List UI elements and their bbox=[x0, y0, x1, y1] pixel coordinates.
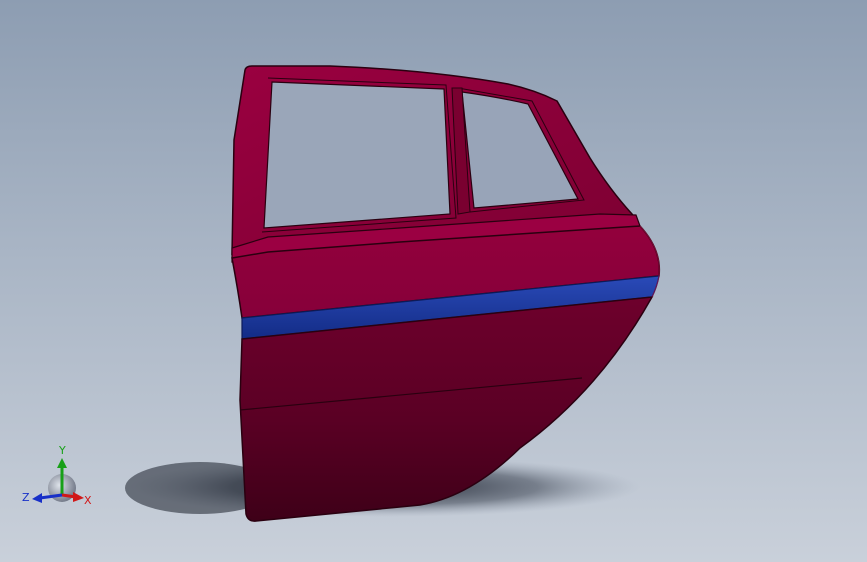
front-window-opening bbox=[263, 81, 451, 229]
view-triad[interactable]: Y X Z bbox=[18, 440, 98, 520]
z-axis-label: Z bbox=[22, 491, 30, 504]
model-view[interactable] bbox=[0, 0, 867, 562]
y-axis-label: Y bbox=[58, 444, 66, 457]
door-model[interactable] bbox=[231, 65, 661, 522]
x-axis-label: X bbox=[84, 494, 92, 507]
graphics-viewport[interactable]: Y X Z bbox=[0, 0, 867, 562]
